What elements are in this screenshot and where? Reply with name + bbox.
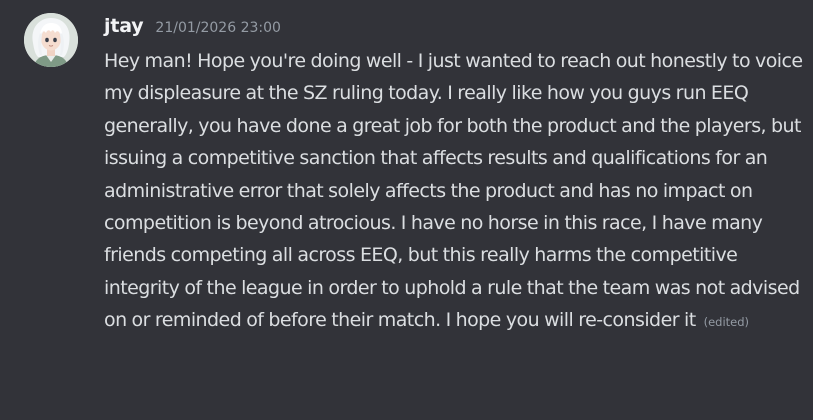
user-avatar[interactable] [24, 13, 78, 67]
message-header: jtay 21/01/2026 23:00 [104, 15, 281, 45]
message-timestamp[interactable]: 21/01/2026 23:00 [155, 20, 281, 36]
message-text: Hey man! Hope you're doing well - I just… [104, 50, 803, 332]
avatar-image [24, 13, 78, 67]
username[interactable]: jtay [104, 15, 144, 37]
message-content: Hey man! Hope you're doing well - I just… [104, 45, 804, 339]
edited-indicator: (edited) [703, 315, 750, 330]
chat-message: jtay 21/01/2026 23:00 Hey man! Hope you'… [0, 0, 813, 420]
